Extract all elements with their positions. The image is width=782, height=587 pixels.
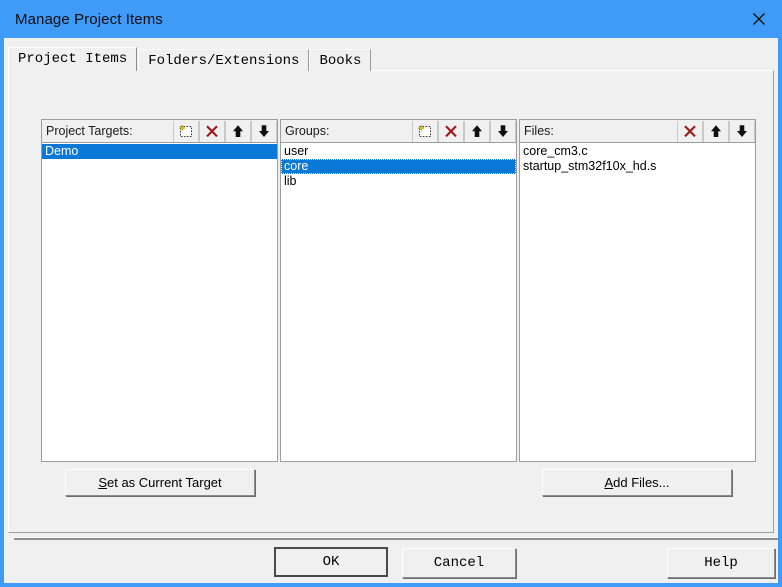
set-target-label: et as Current Target: [107, 475, 222, 490]
title-bar: Manage Project Items: [4, 0, 778, 38]
groups-label: Groups:: [285, 124, 330, 138]
project-targets-header: Project Targets:: [41, 119, 278, 142]
help-button[interactable]: Help: [667, 548, 775, 578]
list-item[interactable]: startup_stm32f10x_hd.s: [520, 159, 755, 174]
add-files-button[interactable]: Add Files...: [542, 469, 732, 496]
tab-strip-filler: [371, 49, 774, 71]
tab-project-items[interactable]: Project Items: [8, 47, 138, 71]
groups-header: Groups:: [280, 119, 517, 142]
set-target-accel: S: [98, 475, 107, 490]
project-targets-listbox[interactable]: Demo: [41, 142, 278, 462]
tab-strip: Project Items Folders/Extensions Books: [8, 47, 774, 71]
list-item[interactable]: lib: [281, 174, 516, 189]
list-item[interactable]: core: [281, 159, 516, 174]
files-toolbar: [677, 120, 755, 142]
arrow-up-icon[interactable]: [703, 120, 729, 142]
new-item-icon[interactable]: [412, 120, 438, 142]
files-panel: Files: core_cm3.c startup_stm32f10x_hd.s: [519, 119, 756, 462]
arrow-down-icon[interactable]: [251, 120, 277, 142]
delete-icon[interactable]: [199, 120, 225, 142]
arrow-down-icon[interactable]: [729, 120, 755, 142]
files-header: Files:: [519, 119, 756, 142]
list-item[interactable]: Demo: [42, 144, 277, 159]
cancel-button[interactable]: Cancel: [402, 548, 516, 578]
groups-listbox[interactable]: user core lib: [280, 142, 517, 462]
tab-folders-extensions[interactable]: Folders/Extensions: [138, 49, 310, 71]
arrow-up-icon[interactable]: [464, 120, 490, 142]
delete-icon[interactable]: [438, 120, 464, 142]
arrow-up-icon[interactable]: [225, 120, 251, 142]
project-targets-label: Project Targets:: [46, 124, 133, 138]
window-title: Manage Project Items: [15, 10, 163, 28]
tab-books[interactable]: Books: [309, 49, 372, 71]
list-item[interactable]: core_cm3.c: [520, 144, 755, 159]
ok-button[interactable]: OK: [274, 547, 388, 577]
groups-panel: Groups: user core lib: [280, 119, 517, 462]
list-item[interactable]: user: [281, 144, 516, 159]
files-label: Files:: [524, 124, 554, 138]
project-targets-toolbar: [173, 120, 277, 142]
tab-content-panel: Project Targets: Demo Groups: user core …: [8, 70, 774, 533]
arrow-down-icon[interactable]: [490, 120, 516, 142]
new-item-icon[interactable]: [173, 120, 199, 142]
manage-project-items-dialog: Manage Project Items Project Items Folde…: [0, 0, 782, 587]
project-targets-panel: Project Targets: Demo: [41, 119, 278, 462]
delete-icon[interactable]: [677, 120, 703, 142]
files-listbox[interactable]: core_cm3.c startup_stm32f10x_hd.s: [519, 142, 756, 462]
add-files-label: dd Files...: [613, 475, 670, 490]
set-as-current-target-button[interactable]: Set as Current Target: [65, 469, 255, 496]
footer-separator: [14, 537, 778, 540]
groups-toolbar: [412, 120, 516, 142]
add-files-accel: A: [604, 475, 614, 490]
close-icon[interactable]: [736, 0, 778, 38]
